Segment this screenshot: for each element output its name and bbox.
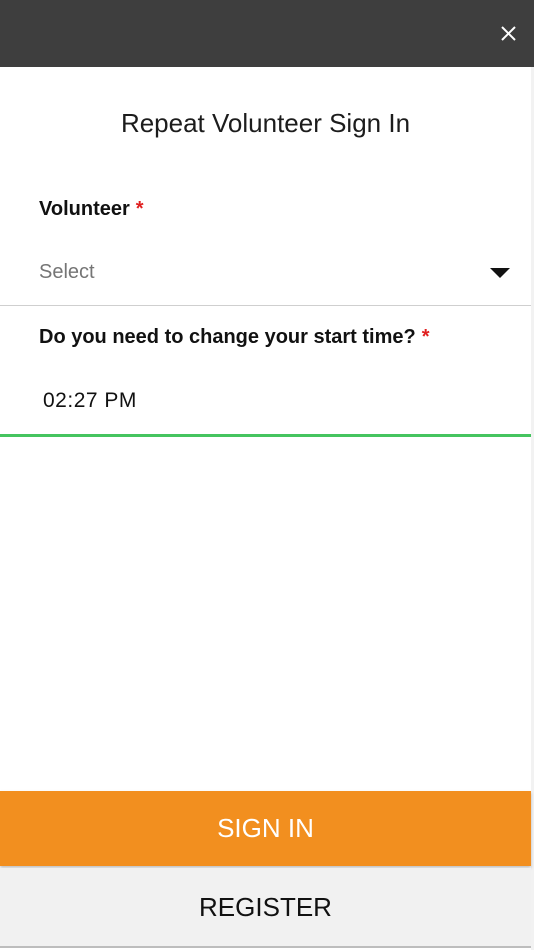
volunteer-label-text: Volunteer bbox=[39, 198, 130, 220]
required-marker: * bbox=[421, 326, 430, 348]
page-title: Repeat Volunteer Sign In bbox=[120, 108, 411, 138]
top-bar bbox=[0, 0, 534, 67]
start-time-label: Do you need to change your start time? * bbox=[39, 324, 430, 350]
dropdown-arrow-icon bbox=[490, 268, 510, 278]
volunteer-select[interactable]: Select bbox=[0, 245, 531, 306]
start-time-label-text: Do you need to change your start time? bbox=[39, 326, 416, 348]
volunteer-label: Volunteer * bbox=[39, 196, 144, 222]
register-button[interactable]: REGISTER bbox=[0, 868, 531, 948]
start-time-value: 02:27 PM bbox=[43, 389, 137, 412]
page: Repeat Volunteer Sign In Volunteer * Sele… bbox=[0, 0, 534, 950]
close-icon bbox=[500, 25, 516, 41]
sign-in-button[interactable]: SIGN IN bbox=[0, 791, 531, 866]
start-time-input[interactable]: 02:27 PM bbox=[0, 373, 531, 437]
close-button[interactable] bbox=[490, 15, 526, 51]
required-marker: * bbox=[135, 198, 144, 220]
volunteer-select-placeholder: Select bbox=[39, 261, 95, 283]
